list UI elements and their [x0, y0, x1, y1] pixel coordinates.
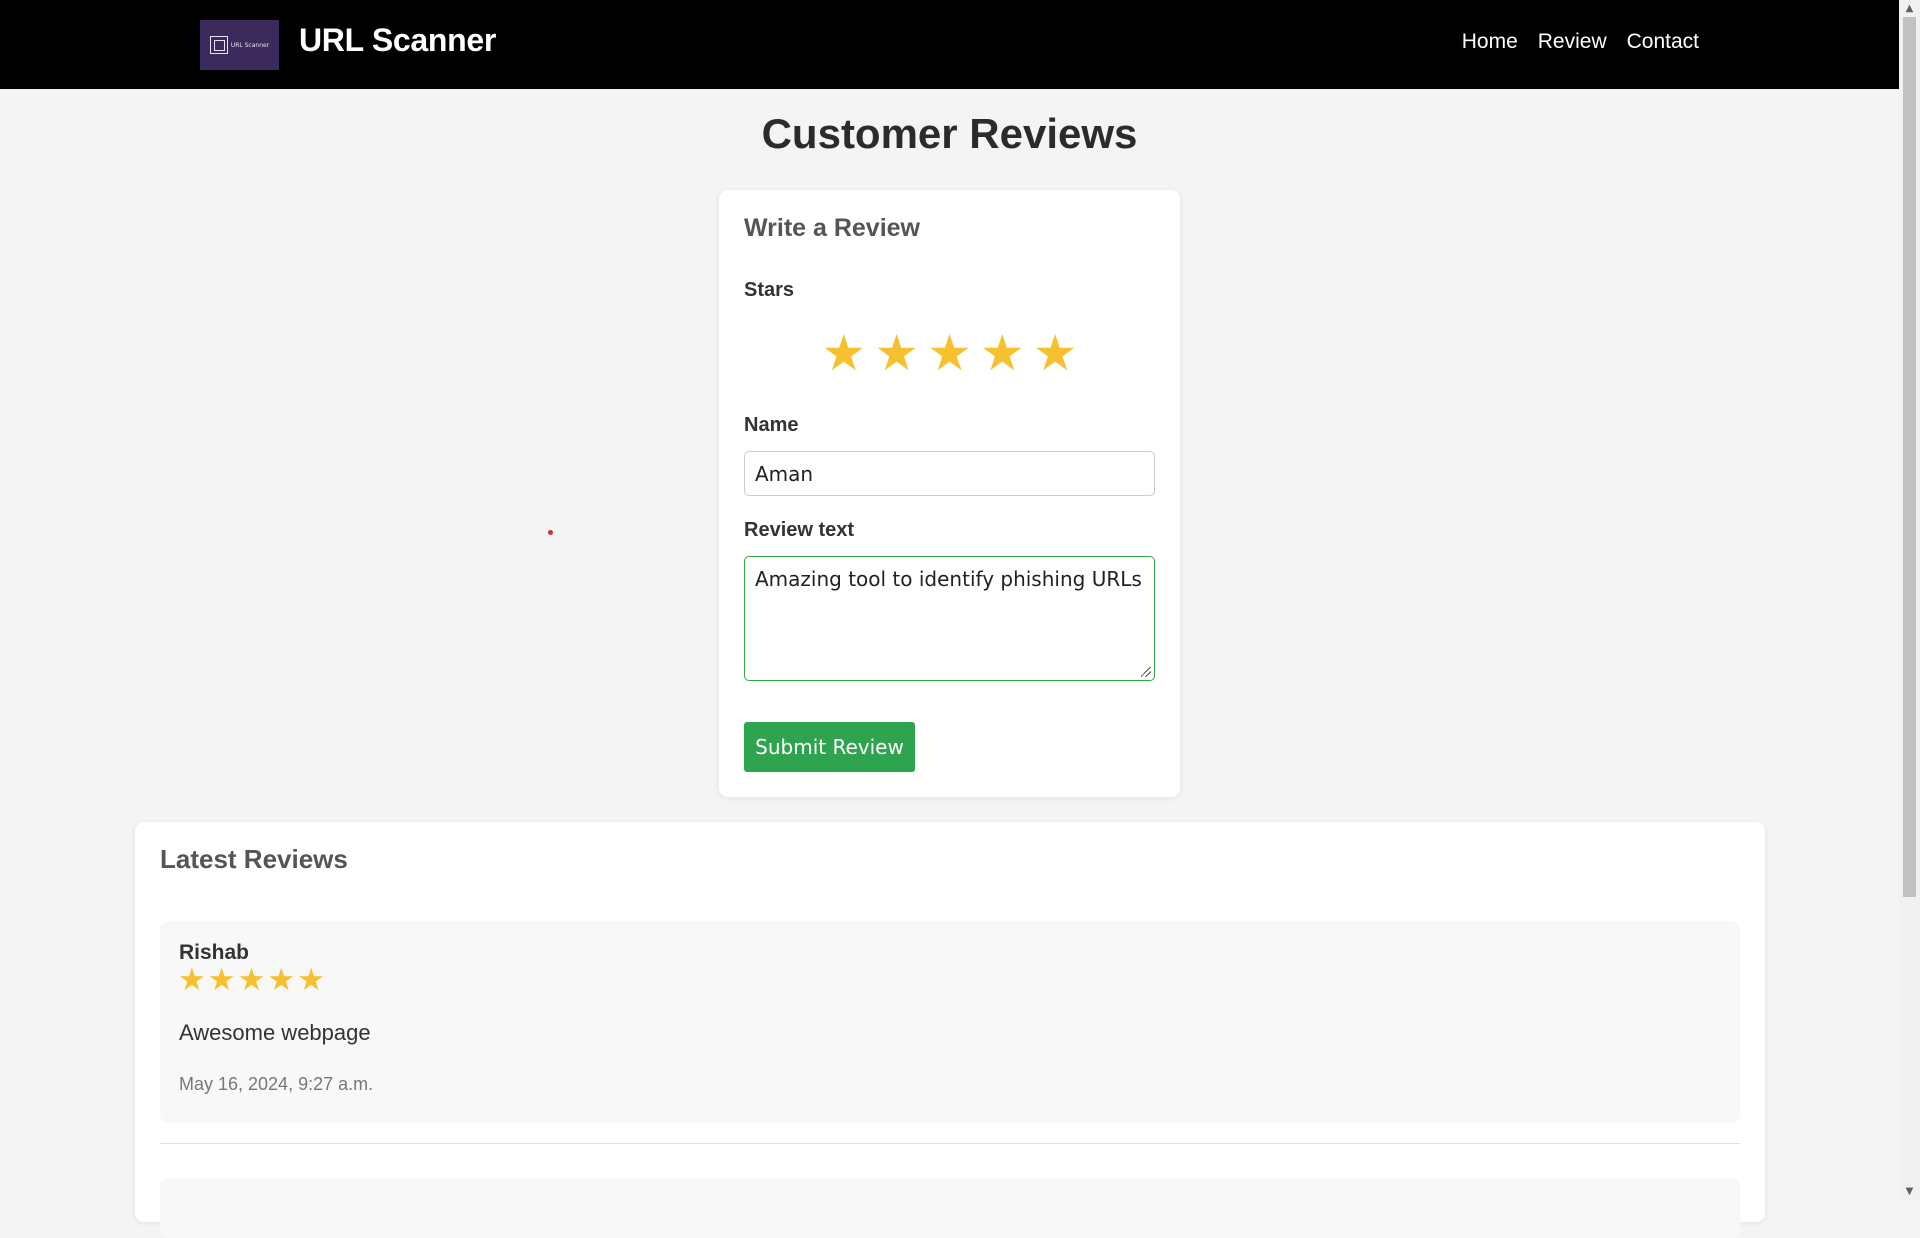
star-icon: ★: [207, 962, 236, 998]
star-icon: ★: [178, 962, 206, 998]
nav-link-review[interactable]: Review: [1538, 30, 1607, 54]
review-text-label: Review text: [744, 519, 855, 541]
latest-reviews-card: Latest Reviews Rishab ★ ★ ★ ★ ★ Awesome …: [135, 822, 1765, 1238]
star-icon: ★: [267, 962, 296, 998]
review-stars: ★ ★ ★ ★ ★: [178, 965, 325, 996]
qr-code-icon: [209, 36, 228, 54]
review-date: May 16, 2024, 9:27 a.m.: [179, 1074, 374, 1094]
star-icon[interactable]: ★: [1033, 328, 1078, 378]
nav-link-home[interactable]: Home: [1462, 30, 1518, 54]
scroll-up-icon[interactable]: ▲: [1899, 0, 1920, 17]
red-dot: [548, 530, 553, 535]
form-heading: Write a Review: [744, 214, 921, 242]
nav-links: Home Review Contact: [1462, 30, 1699, 54]
star-rating-input[interactable]: ★ ★ ★ ★ ★: [719, 328, 1180, 378]
review-form-card: Write a Review Stars ★ ★ ★ ★ ★ Name Aman…: [719, 190, 1180, 797]
scrollbar-thumb[interactable]: [1903, 17, 1916, 897]
star-icon: ★: [297, 962, 325, 998]
navbar: URL Scanner URL Scanner Home Review Cont…: [0, 0, 1899, 89]
star-icon[interactable]: ★: [927, 328, 972, 378]
review-body: Awesome webpage: [179, 1020, 371, 1045]
brand-logo[interactable]: URL Scanner: [200, 20, 279, 70]
review-item: [160, 1178, 1740, 1238]
star-icon[interactable]: ★: [980, 328, 1025, 378]
star-icon[interactable]: ★: [821, 328, 866, 378]
brand-title[interactable]: URL Scanner: [299, 22, 496, 59]
name-input-value: Aman: [755, 461, 814, 486]
scroll-down-icon[interactable]: ▼: [1899, 1183, 1920, 1200]
resize-handle-icon[interactable]: [1141, 667, 1151, 677]
name-input[interactable]: Aman: [744, 451, 1155, 496]
submit-review-button[interactable]: Submit Review: [744, 722, 915, 772]
nav-link-contact[interactable]: Contact: [1627, 30, 1699, 54]
star-icon: ★: [237, 962, 266, 998]
star-icon[interactable]: ★: [874, 328, 919, 378]
scrollbar[interactable]: ▲ ▼: [1899, 0, 1920, 1200]
stars-label: Stars: [744, 279, 795, 301]
page-title: Customer Reviews: [761, 110, 1138, 157]
review-item: Rishab ★ ★ ★ ★ ★ Awesome webpage May 16,…: [160, 921, 1740, 1123]
name-label: Name: [744, 414, 799, 436]
divider: [160, 1143, 1740, 1144]
review-text-value: Amazing tool to identify phishing URLs: [755, 567, 1142, 591]
review-text-input[interactable]: Amazing tool to identify phishing URLs: [744, 556, 1155, 681]
latest-reviews-heading: Latest Reviews: [160, 844, 348, 874]
logo-text: URL Scanner: [230, 41, 270, 49]
